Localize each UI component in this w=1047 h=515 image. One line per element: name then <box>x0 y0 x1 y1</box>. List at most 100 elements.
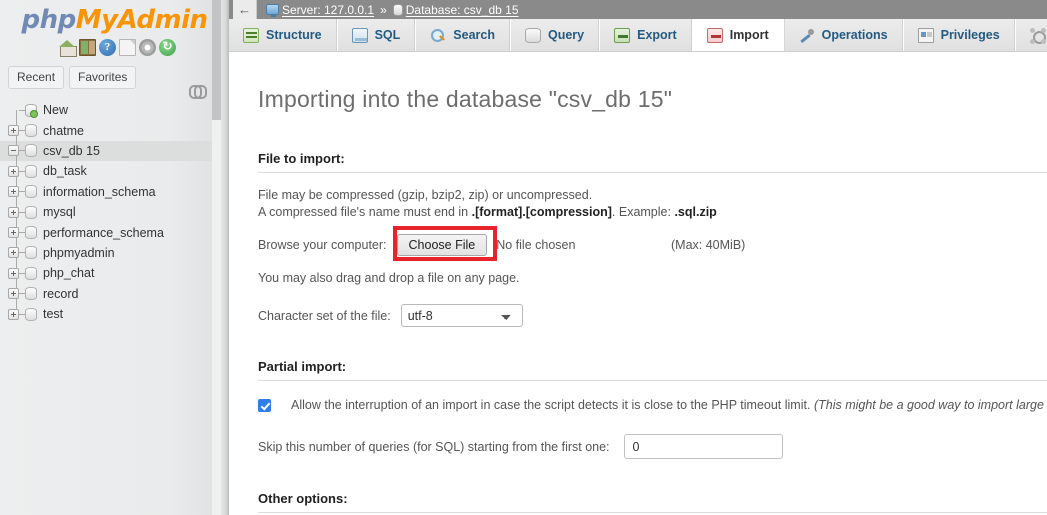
drag-drop-note: You may also drag and drop a file on any… <box>258 271 520 285</box>
back-button[interactable]: ← <box>233 0 257 19</box>
logout-icon[interactable] <box>79 39 96 56</box>
tree-item-information-schema[interactable]: information_schema <box>0 181 221 202</box>
allow-interrupt-checkbox[interactable] <box>258 399 271 412</box>
documentation-icon[interactable] <box>119 39 136 56</box>
tab-favorites[interactable]: Favorites <box>69 66 137 89</box>
tree-item-php-chat[interactable]: php_chat <box>0 263 221 284</box>
home-icon[interactable] <box>59 39 77 57</box>
browse-label: Browse your computer: <box>258 238 387 252</box>
logo-admin: Admin <box>117 5 208 35</box>
tab-import[interactable]: Import <box>692 19 785 51</box>
max-file-size-text: (Max: 40MiB) <box>671 238 746 252</box>
tree-expander-minus-icon[interactable] <box>8 145 19 157</box>
tree-item-record[interactable]: record <box>0 283 221 304</box>
allow-interrupt-row: Allow the interruption of an import in c… <box>258 398 1047 412</box>
tree-expander-plus-icon[interactable] <box>8 288 19 300</box>
tab-routines[interactable]: Routines <box>1015 19 1047 51</box>
routines-icon <box>1029 27 1046 44</box>
tree-item-csv-db-15[interactable]: csv_db 15 <box>0 140 221 162</box>
database-icon <box>25 287 37 301</box>
compression-example: .sql.zip <box>674 205 717 219</box>
tab-privileges[interactable]: Privileges <box>903 19 1016 51</box>
tree-expander-plus-icon[interactable] <box>8 186 19 198</box>
tree-item-db-task[interactable]: db_task <box>0 161 221 182</box>
settings-icon[interactable] <box>139 39 156 56</box>
database-icon <box>25 226 37 240</box>
tree-item-chatme[interactable]: chatme <box>0 120 221 141</box>
logo-php: php <box>21 5 76 35</box>
charset-select[interactable]: utf-8 <box>400 304 523 327</box>
tree-expander-plus-icon[interactable] <box>8 308 19 320</box>
breadcrumb-server[interactable]: Server: 127.0.0.1 <box>282 3 374 17</box>
compression-line-2: A compressed file's name must end in .[f… <box>258 204 1047 221</box>
database-icon <box>25 266 37 280</box>
sidebar-resize-handle[interactable] <box>221 0 229 515</box>
database-icon <box>25 124 37 138</box>
tab-recent[interactable]: Recent <box>8 66 65 89</box>
database-icon <box>25 185 37 199</box>
operations-icon <box>799 28 815 43</box>
tab-label: Structure <box>266 28 322 42</box>
sql-icon <box>351 27 368 43</box>
tab-label: Search <box>453 28 495 42</box>
tree-expander-plus-icon[interactable] <box>8 267 19 279</box>
tree-expander-plus-icon[interactable] <box>8 125 19 137</box>
tree-item-test[interactable]: test <box>0 303 221 324</box>
allow-interrupt-note: (This might be a good way to import larg… <box>813 398 1047 412</box>
tab-bar: Structure SQL Search Query Export Import <box>229 19 1047 52</box>
tree-item-phpmyadmin[interactable]: phpmyadmin <box>0 242 221 264</box>
tree-expander-plus-icon[interactable] <box>8 206 19 218</box>
logo-my: My <box>75 5 118 35</box>
database-tree: New chatme csv_db 15 db_task information… <box>0 100 221 324</box>
database-icon-new <box>25 103 38 118</box>
other-options-legend: Other options: <box>258 491 1047 513</box>
charset-row: Character set of the file: utf-8 <box>258 304 1047 327</box>
tab-query[interactable]: Query <box>510 19 601 51</box>
tree-expander-plus-icon[interactable] <box>8 165 19 177</box>
breadcrumb-database[interactable]: Database: csv_db 15 <box>406 3 519 17</box>
choose-file-button[interactable]: Choose File <box>396 234 488 256</box>
tree-expander <box>8 105 19 116</box>
tree-item-label: information_schema <box>43 184 156 199</box>
browse-file-row: Browse your computer: Choose File No fil… <box>258 226 1047 261</box>
breadcrumb: ← Server: 127.0.0.1 » Database: csv_db 1… <box>229 0 1047 19</box>
database-icon <box>392 3 403 16</box>
toggle-link-icon[interactable] <box>189 85 207 99</box>
help-icon[interactable] <box>99 39 116 56</box>
tab-sql[interactable]: SQL <box>337 19 417 51</box>
tree-item-new[interactable]: New <box>0 100 221 121</box>
tree-item-label: mysql <box>43 205 76 220</box>
allow-interrupt-label: Allow the interruption of an import in c… <box>291 398 1047 412</box>
reload-icon[interactable] <box>159 39 176 56</box>
compression-prefix: A compressed file's name must end in <box>258 205 472 219</box>
database-icon <box>25 246 37 260</box>
tab-structure[interactable]: Structure <box>229 19 338 51</box>
tree-item-label: phpmyadmin <box>43 245 115 260</box>
tree-item-label: test <box>43 307 64 322</box>
sidebar-scrollbar-thumb[interactable] <box>212 0 221 120</box>
database-icon <box>25 164 37 178</box>
tree-expander-plus-icon[interactable] <box>8 247 19 259</box>
tree-item-label: csv_db 15 <box>43 143 100 158</box>
privileges-icon <box>917 27 934 43</box>
database-icon <box>25 307 37 321</box>
skip-queries-input[interactable] <box>623 434 783 459</box>
phpmyadmin-logo[interactable]: phpMyAdmin <box>0 0 229 35</box>
import-icon <box>706 27 723 43</box>
tree-item-mysql[interactable]: mysql <box>0 201 221 223</box>
tree-item-label: chatme <box>43 123 84 138</box>
tab-operations[interactable]: Operations <box>784 19 904 51</box>
tree-item-performance-schema[interactable]: performance_schema <box>0 222 221 243</box>
compression-line-1: File may be compressed (gzip, bzip2, zip… <box>258 188 593 202</box>
tab-export[interactable]: Export <box>600 19 693 51</box>
export-icon <box>614 27 631 43</box>
tab-search[interactable]: Search <box>416 19 511 51</box>
partial-import-legend: Partial import: <box>258 359 1047 381</box>
tab-label: Query <box>547 28 585 42</box>
tab-label: SQL <box>374 28 401 42</box>
database-icon <box>25 205 37 219</box>
file-to-import-legend: File to import: <box>258 151 1047 173</box>
server-icon <box>266 4 279 17</box>
tree-expander-plus-icon[interactable] <box>8 227 19 239</box>
tree-item-label: php_chat <box>43 266 95 281</box>
